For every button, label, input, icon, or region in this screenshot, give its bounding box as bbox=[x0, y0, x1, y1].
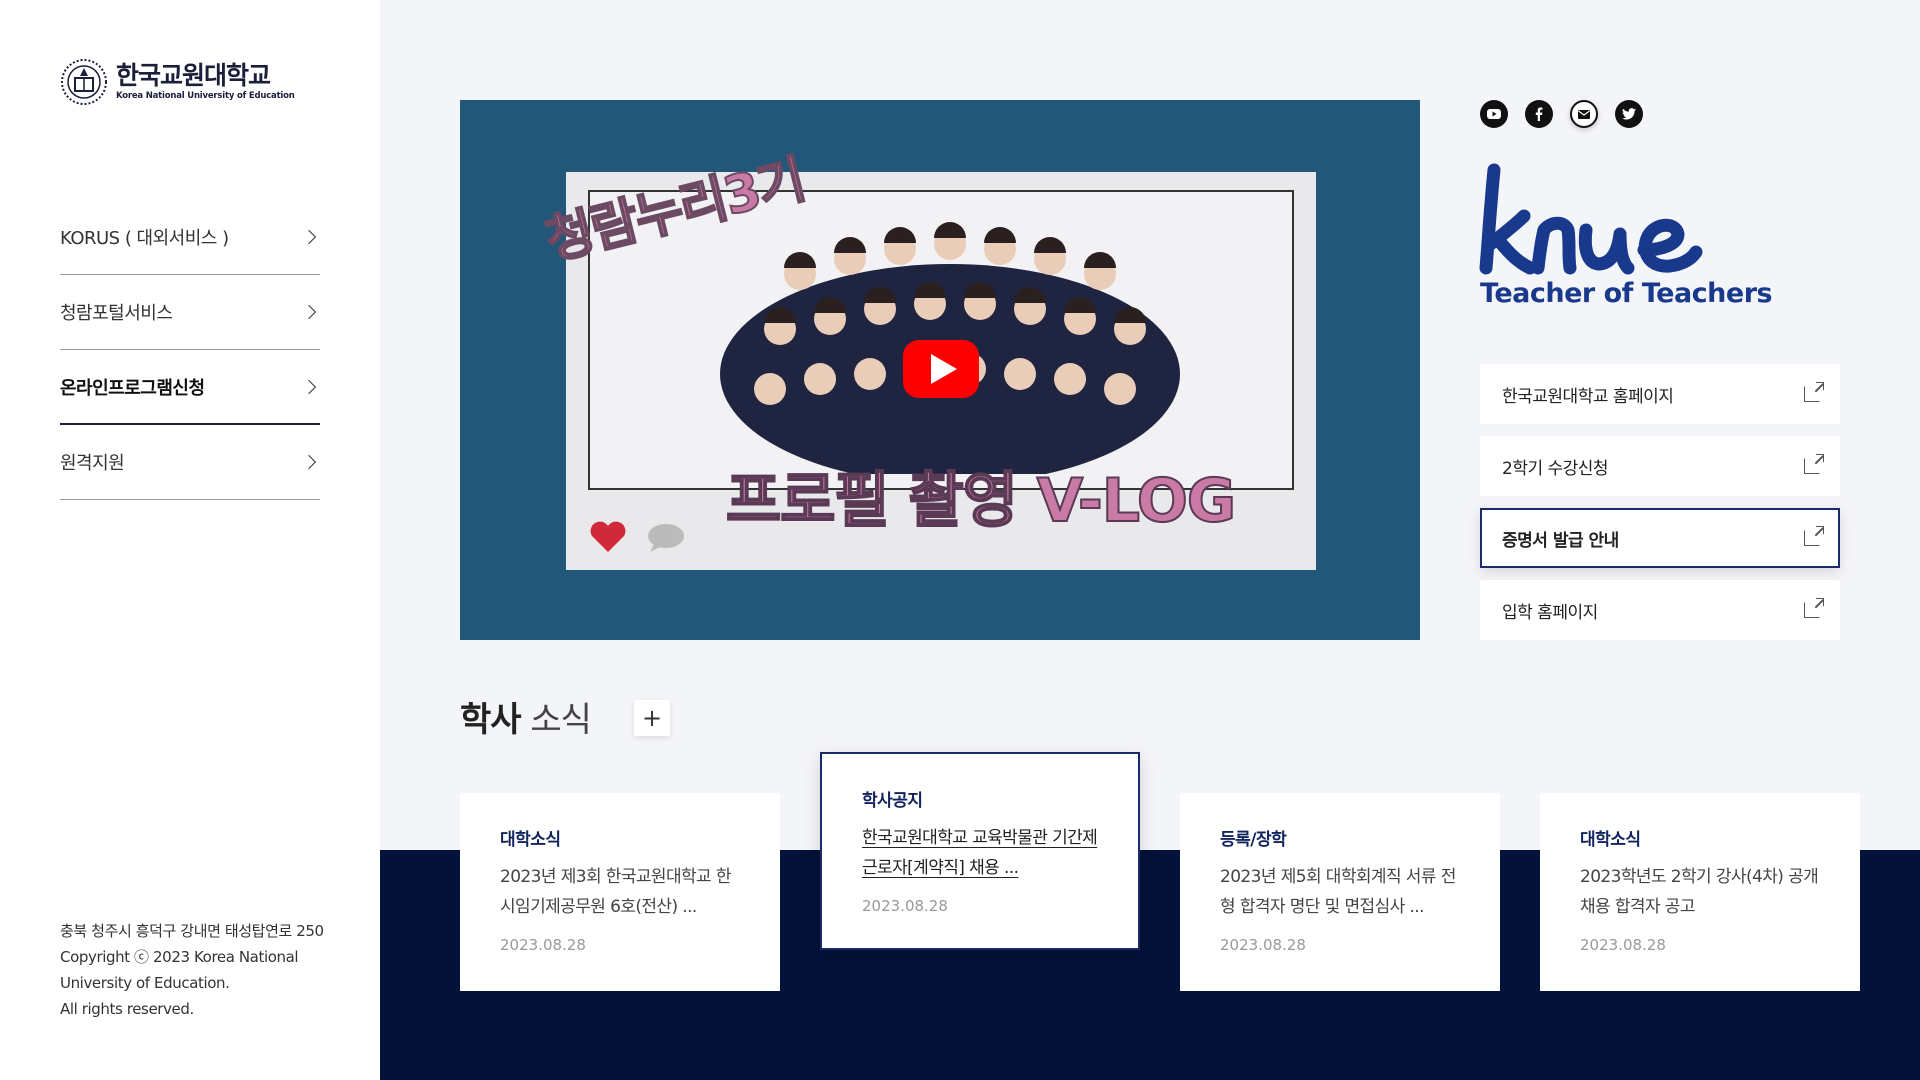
news-card-category: 학사공지 bbox=[862, 791, 923, 811]
link-admission-homepage[interactable]: 입학 홈페이지 bbox=[1480, 580, 1840, 640]
youtube-icon[interactable] bbox=[1480, 100, 1508, 128]
twitter-icon[interactable] bbox=[1615, 100, 1643, 128]
sidebar: 한국교원대학교 Korea National University of Edu… bbox=[0, 0, 380, 1080]
logo-name-en: Korea National University of Education bbox=[116, 91, 295, 101]
sidebar-item-label: 온라인프로그램신청 bbox=[60, 377, 205, 399]
emblem-icon bbox=[61, 59, 107, 105]
news-card[interactable]: 학사공지 한국교원대학교 교육박물관 기간제 근로자[계약직] 채용 ... 2… bbox=[820, 752, 1140, 950]
news-card-category: 대학소식 bbox=[1580, 830, 1641, 850]
promo-video[interactable]: 청람누리3기 프로필 촬영 V-LOG bbox=[460, 100, 1420, 640]
chevron-right-icon bbox=[301, 379, 317, 394]
copyright-text: Copyright ⓒ 2023 Korea National bbox=[60, 948, 299, 966]
footer-address: 충북 청주시 흥덕구 강내면 태성탑연로 250 Copyright ⓒ 202… bbox=[60, 918, 330, 1022]
link-label: 증명서 발급 안내 bbox=[1502, 530, 1619, 551]
link-label: 한국교원대학교 홈페이지 bbox=[1502, 386, 1674, 407]
external-link-icon bbox=[1804, 382, 1824, 402]
news-more-button[interactable]: + bbox=[634, 700, 670, 736]
link-label: 입학 홈페이지 bbox=[1502, 602, 1598, 623]
news-title-light: 소식 bbox=[530, 700, 592, 740]
knue-tagline: Teacher of Teachers bbox=[1480, 278, 1773, 309]
play-button[interactable] bbox=[903, 340, 979, 398]
news-card-title[interactable]: 2023년 제3회 한국교원대학교 한시임기제공무원 6호(전산) ... bbox=[500, 862, 742, 922]
heart-icon bbox=[590, 521, 626, 552]
external-link-icon bbox=[1804, 526, 1824, 546]
quick-links: 한국교원대학교 홈페이지 2학기 수강신청 증명서 발급 안내 입학 홈페이지 bbox=[1480, 364, 1840, 652]
facebook-icon[interactable] bbox=[1525, 100, 1553, 128]
sidebar-item-online-program[interactable]: 온라인프로그램신청 bbox=[60, 350, 320, 425]
news-card-date: 2023.08.28 bbox=[500, 936, 586, 954]
link-label: 2학기 수강신청 bbox=[1502, 458, 1609, 479]
link-knue-homepage[interactable]: 한국교원대학교 홈페이지 bbox=[1480, 364, 1840, 424]
university-logo[interactable]: 한국교원대학교 Korea National University of Edu… bbox=[60, 58, 295, 106]
sidebar-item-label: 청람포털서비스 bbox=[60, 303, 173, 324]
news-title-bold: 학사 bbox=[460, 700, 522, 740]
video-overlay-subtitle: 프로필 촬영 V-LOG bbox=[725, 465, 1237, 537]
external-link-icon bbox=[1804, 598, 1824, 618]
news-card[interactable]: 대학소식 2023년 제3회 한국교원대학교 한시임기제공무원 6호(전산) .… bbox=[460, 793, 780, 991]
news-section-title: 학사 소식 bbox=[460, 692, 592, 741]
news-card[interactable]: 등록/장학 2023년 제5회 대학회계직 서류 전형 합격자 명단 및 면접심… bbox=[1180, 793, 1500, 991]
news-card-date: 2023.08.28 bbox=[1580, 936, 1666, 954]
social-links bbox=[1480, 100, 1643, 128]
chevron-right-icon bbox=[301, 229, 317, 245]
address-text: 충북 청주시 흥덕구 강내면 태성탑연로 250 bbox=[60, 922, 324, 940]
logo-name-ko: 한국교원대학교 bbox=[116, 61, 271, 90]
link-course-registration[interactable]: 2학기 수강신청 bbox=[1480, 436, 1840, 496]
news-card-category: 등록/장학 bbox=[1220, 830, 1287, 850]
chevron-right-icon bbox=[301, 454, 317, 470]
news-card[interactable]: 대학소식 2023학년도 2학기 강사(4차) 공개 채용 합격자 공고 202… bbox=[1540, 793, 1860, 991]
sidebar-item-label: 원격지원 bbox=[60, 453, 125, 474]
sidebar-item-korus[interactable]: KORUS ( 대외서비스 ) bbox=[60, 200, 320, 275]
news-card-title[interactable]: 2023학년도 2학기 강사(4차) 공개 채용 합격자 공고 bbox=[1580, 862, 1822, 922]
external-link-icon bbox=[1804, 454, 1824, 474]
news-card-title[interactable]: 2023년 제5회 대학회계직 서류 전형 합격자 명단 및 면접심사 ... bbox=[1220, 862, 1462, 922]
sidebar-item-label: KORUS ( 대외서비스 ) bbox=[60, 228, 229, 249]
news-card-title[interactable]: 한국교원대학교 교육박물관 기간제 근로자[계약직] 채용 ... bbox=[862, 823, 1100, 883]
play-icon bbox=[931, 354, 957, 384]
sidebar-item-remote-support[interactable]: 원격지원 bbox=[60, 425, 320, 500]
rights-text: All rights reserved. bbox=[60, 1000, 194, 1018]
news-card-date: 2023.08.28 bbox=[862, 897, 948, 915]
chevron-right-icon bbox=[301, 304, 317, 320]
sidebar-nav: KORUS ( 대외서비스 ) 청람포털서비스 온라인프로그램신청 원격지원 bbox=[60, 200, 320, 500]
sidebar-item-portal[interactable]: 청람포털서비스 bbox=[60, 275, 320, 350]
news-card-date: 2023.08.28 bbox=[1220, 936, 1306, 954]
news-card-category: 대학소식 bbox=[500, 830, 561, 850]
comment-icon bbox=[648, 524, 684, 552]
copyright-text-2: University of Education. bbox=[60, 974, 230, 992]
link-certificate-issuance[interactable]: 증명서 발급 안내 bbox=[1480, 508, 1840, 568]
mail-icon[interactable] bbox=[1570, 100, 1598, 128]
group-photo-illustration bbox=[710, 204, 1190, 474]
